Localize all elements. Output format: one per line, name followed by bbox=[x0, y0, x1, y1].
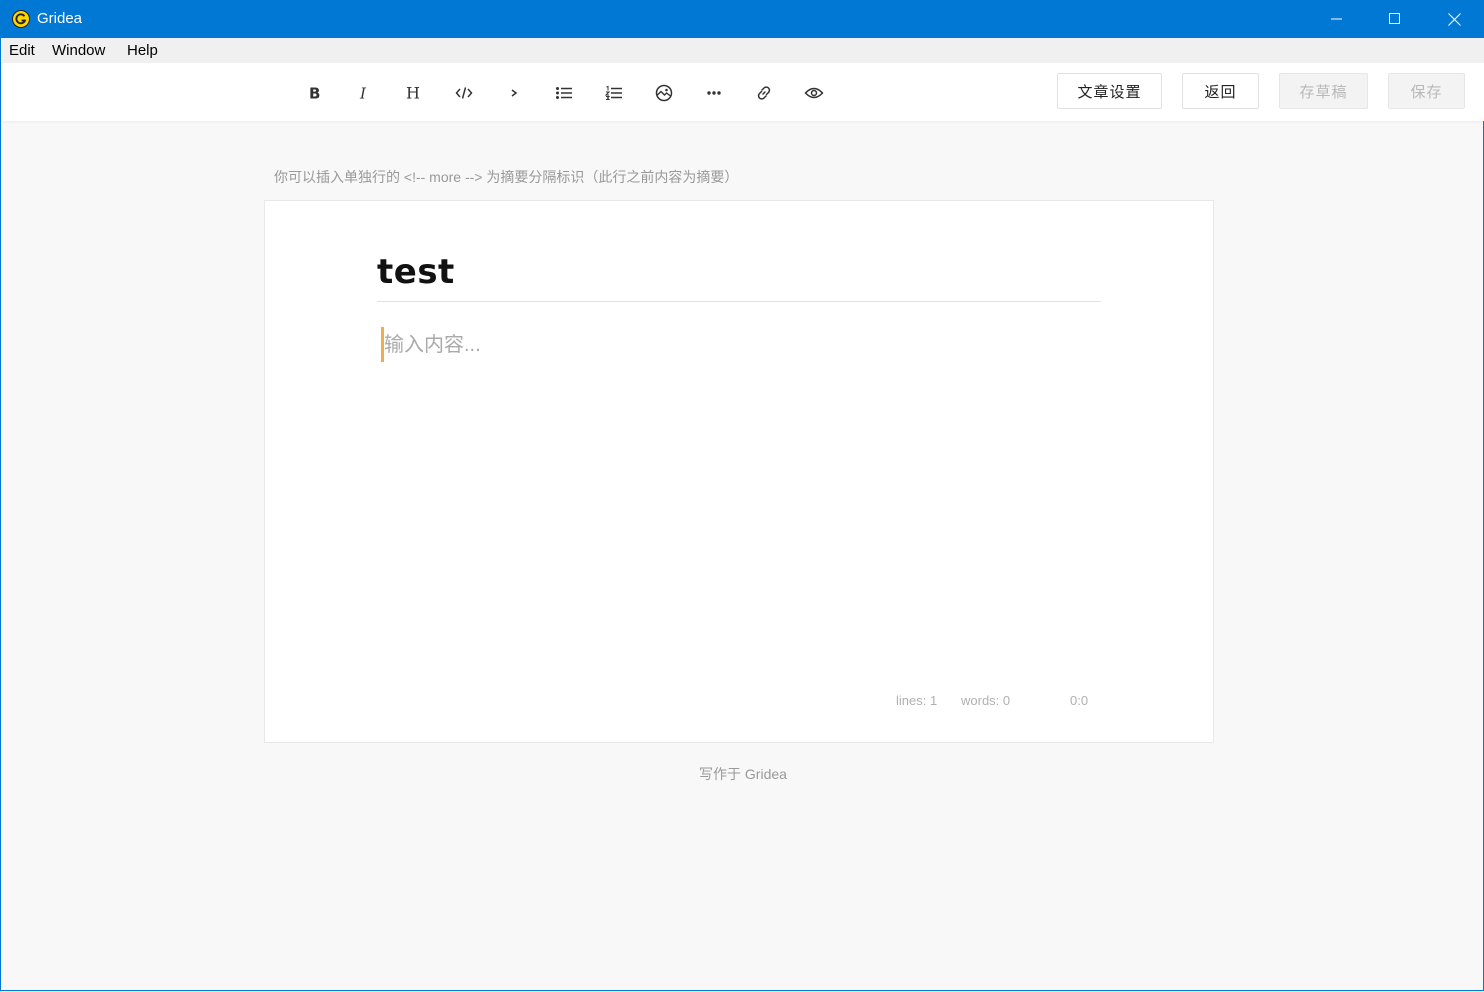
footer-text: 写作于 Gridea bbox=[699, 766, 787, 782]
save-draft-button[interactable]: 存草稿 bbox=[1279, 73, 1368, 109]
word-count: words: 0 bbox=[961, 693, 1011, 708]
editor-toolbar: B I H 文章设置 返回 存草稿 保存 bbox=[2, 63, 1484, 121]
window-title: Gridea bbox=[37, 10, 83, 27]
preview-icon[interactable] bbox=[803, 82, 825, 104]
quote-icon[interactable] bbox=[503, 82, 525, 104]
numbered-list-icon[interactable] bbox=[603, 82, 625, 104]
svg-text:H: H bbox=[406, 85, 420, 101]
menu-help[interactable]: Help bbox=[127, 42, 158, 60]
minimize-button[interactable] bbox=[1308, 0, 1366, 38]
gridea-logo-icon bbox=[12, 10, 30, 28]
maximize-icon bbox=[1389, 13, 1400, 24]
menu-window[interactable]: Window bbox=[52, 42, 105, 60]
title-divider bbox=[377, 301, 1101, 302]
svg-text:I: I bbox=[359, 85, 367, 101]
svg-text:B: B bbox=[309, 85, 320, 101]
summary-hint: 你可以插入单独行的 <!-- more --> 为摘要分隔标识（此行之前内容为摘… bbox=[274, 169, 739, 185]
app-window: Gridea Edit Window Help B I H 文章设置 返回 存草… bbox=[0, 0, 1484, 991]
close-button[interactable] bbox=[1425, 0, 1483, 38]
editor-card: test 输入内容... lines: 1 words: 0 0:0 bbox=[264, 200, 1214, 743]
save-button[interactable]: 保存 bbox=[1388, 73, 1465, 109]
minimize-icon bbox=[1331, 18, 1342, 20]
image-icon[interactable] bbox=[653, 82, 675, 104]
link-icon[interactable] bbox=[753, 82, 775, 104]
code-icon[interactable] bbox=[453, 82, 475, 104]
bullet-list-icon[interactable] bbox=[553, 82, 575, 104]
menu-bar: Edit Window Help bbox=[2, 38, 1484, 63]
cursor-position: 0:0 bbox=[1070, 693, 1089, 708]
bold-icon[interactable]: B bbox=[303, 82, 325, 104]
title-bar: Gridea bbox=[1, 0, 1484, 38]
more-icon[interactable] bbox=[703, 82, 725, 104]
menu-edit[interactable]: Edit bbox=[9, 42, 35, 60]
back-button[interactable]: 返回 bbox=[1182, 73, 1259, 109]
maximize-button[interactable] bbox=[1366, 0, 1424, 38]
content-editor[interactable]: 输入内容... bbox=[384, 333, 481, 357]
italic-icon[interactable]: I bbox=[353, 82, 375, 104]
line-count: lines: 1 bbox=[896, 693, 938, 708]
heading-icon[interactable]: H bbox=[403, 82, 425, 104]
post-settings-button[interactable]: 文章设置 bbox=[1057, 73, 1162, 109]
post-title-input[interactable]: test bbox=[377, 251, 455, 293]
close-icon bbox=[1447, 12, 1461, 26]
